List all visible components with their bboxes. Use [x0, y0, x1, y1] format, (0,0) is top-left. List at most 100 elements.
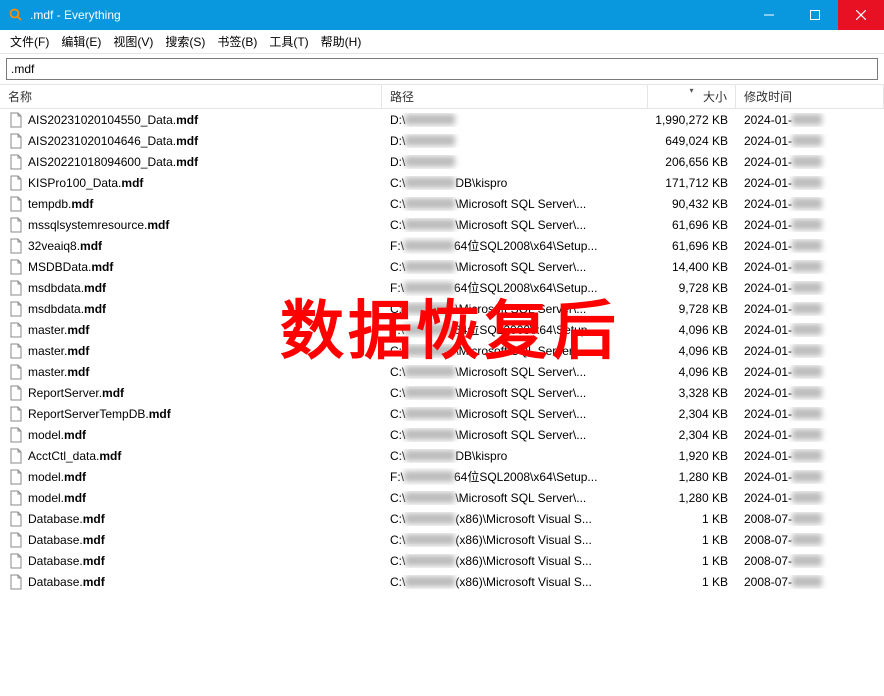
table-row[interactable]: 32veaiq8.mdfF:\64位SQL2008\x64\Setup...61…: [0, 235, 884, 256]
redacted: [792, 177, 822, 188]
redacted: [404, 324, 454, 335]
redacted: [404, 240, 454, 251]
table-row[interactable]: AIS20231020104550_Data.mdfD:\1,990,272 K…: [0, 109, 884, 130]
cell-date: 2008-07-: [736, 575, 884, 589]
header-size-label: 大小: [703, 88, 727, 105]
cell-size: 90,432 KB: [648, 197, 736, 211]
cell-path: C:\\Microsoft SQL Server\...: [382, 260, 648, 274]
window-title: .mdf - Everything: [30, 8, 746, 22]
table-row[interactable]: model.mdfF:\64位SQL2008\x64\Setup...1,280…: [0, 466, 884, 487]
cell-name: KISPro100_Data.mdf: [0, 175, 382, 191]
minimize-button[interactable]: [746, 0, 792, 30]
cell-name: Database.mdf: [0, 511, 382, 527]
cell-size: 2,304 KB: [648, 428, 736, 442]
search-input[interactable]: [6, 58, 878, 80]
redacted: [404, 471, 454, 482]
table-row[interactable]: model.mdfC:\\Microsoft SQL Server\...2,3…: [0, 424, 884, 445]
menu-search[interactable]: 搜索(S): [159, 31, 211, 52]
redacted: [792, 261, 822, 272]
menu-bookmark[interactable]: 书签(B): [211, 31, 263, 52]
redacted: [792, 429, 822, 440]
table-row[interactable]: MSDBData.mdfC:\\Microsoft SQL Server\...…: [0, 256, 884, 277]
cell-date: 2024-01-: [736, 365, 884, 379]
table-row[interactable]: Database.mdfC:\ (x86)\Microsoft Visual S…: [0, 529, 884, 550]
redacted: [405, 219, 455, 230]
redacted: [792, 345, 822, 356]
redacted: [405, 555, 455, 566]
table-row[interactable]: master.mdfF:\64位SQL2008\x64\Setup...4,09…: [0, 319, 884, 340]
redacted: [792, 156, 822, 167]
cell-size: 14,400 KB: [648, 260, 736, 274]
redacted: [405, 576, 455, 587]
table-row[interactable]: AcctCtl_data.mdfC:\DB\kispro1,920 KB2024…: [0, 445, 884, 466]
cell-size: 649,024 KB: [648, 134, 736, 148]
redacted: [405, 366, 455, 377]
app-icon: [8, 7, 24, 23]
cell-name: tempdb.mdf: [0, 196, 382, 212]
redacted: [792, 135, 822, 146]
table-row[interactable]: AIS20231020104646_Data.mdfD:\649,024 KB2…: [0, 130, 884, 151]
cell-name: mssqlsystemresource.mdf: [0, 217, 382, 233]
table-row[interactable]: mssqlsystemresource.mdfC:\\Microsoft SQL…: [0, 214, 884, 235]
cell-size: 171,712 KB: [648, 176, 736, 190]
header-name[interactable]: 名称: [0, 85, 382, 108]
table-row[interactable]: Database.mdfC:\ (x86)\Microsoft Visual S…: [0, 550, 884, 571]
searchbar: [0, 54, 884, 85]
table-row[interactable]: ReportServerTempDB.mdfC:\\Microsoft SQL …: [0, 403, 884, 424]
cell-name: Database.mdf: [0, 532, 382, 548]
cell-size: 1,280 KB: [648, 470, 736, 484]
cell-date: 2008-07-: [736, 512, 884, 526]
header-path[interactable]: 路径: [382, 85, 648, 108]
redacted: [405, 114, 455, 125]
redacted: [792, 471, 822, 482]
table-row[interactable]: msdbdata.mdfF:\64位SQL2008\x64\Setup...9,…: [0, 277, 884, 298]
cell-size: 1 KB: [648, 554, 736, 568]
cell-date: 2024-01-: [736, 239, 884, 253]
menu-help[interactable]: 帮助(H): [315, 31, 368, 52]
redacted: [792, 513, 822, 524]
menu-file[interactable]: 文件(F): [4, 31, 55, 52]
redacted: [792, 387, 822, 398]
cell-date: 2024-01-: [736, 281, 884, 295]
table-row[interactable]: master.mdfC:\\Microsoft SQL Server\...4,…: [0, 361, 884, 382]
redacted: [792, 240, 822, 251]
table-row[interactable]: Database.mdfC:\ (x86)\Microsoft Visual S…: [0, 571, 884, 592]
window-controls: [746, 0, 884, 30]
cell-name: msdbdata.mdf: [0, 280, 382, 296]
redacted: [792, 534, 822, 545]
table-row[interactable]: KISPro100_Data.mdfC:\DB\kispro171,712 KB…: [0, 172, 884, 193]
redacted: [405, 156, 455, 167]
cell-date: 2024-01-: [736, 407, 884, 421]
table-row[interactable]: ReportServer.mdfC:\\Microsoft SQL Server…: [0, 382, 884, 403]
menu-view[interactable]: 视图(V): [107, 31, 159, 52]
table-row[interactable]: Database.mdfC:\ (x86)\Microsoft Visual S…: [0, 508, 884, 529]
header-size[interactable]: ▾ 大小: [648, 85, 736, 108]
close-button[interactable]: [838, 0, 884, 30]
cell-path: C:\\Microsoft SQL Server\...: [382, 197, 648, 211]
cell-date: 2024-01-: [736, 344, 884, 358]
table-row[interactable]: tempdb.mdfC:\\Microsoft SQL Server\...90…: [0, 193, 884, 214]
redacted: [405, 198, 455, 209]
cell-path: C:\\Microsoft SQL Server\...: [382, 302, 648, 316]
maximize-button[interactable]: [792, 0, 838, 30]
redacted: [405, 429, 455, 440]
cell-name: master.mdf: [0, 322, 382, 338]
table-row[interactable]: msdbdata.mdfC:\\Microsoft SQL Server\...…: [0, 298, 884, 319]
cell-path: C:\ (x86)\Microsoft Visual S...: [382, 575, 648, 589]
table-row[interactable]: AIS20221018094600_Data.mdfD:\206,656 KB2…: [0, 151, 884, 172]
menu-edit[interactable]: 编辑(E): [55, 31, 107, 52]
menu-tools[interactable]: 工具(T): [263, 31, 314, 52]
cell-size: 1 KB: [648, 575, 736, 589]
cell-name: AcctCtl_data.mdf: [0, 448, 382, 464]
cell-name: master.mdf: [0, 364, 382, 380]
cell-name: model.mdf: [0, 469, 382, 485]
table-row[interactable]: master.mdfC:\\Microsoft SQL Server\...4,…: [0, 340, 884, 361]
table-row[interactable]: model.mdfC:\\Microsoft SQL Server\...1,2…: [0, 487, 884, 508]
redacted: [792, 450, 822, 461]
cell-date: 2024-01-: [736, 155, 884, 169]
redacted: [792, 492, 822, 503]
header-date[interactable]: 修改时间: [736, 85, 884, 108]
cell-date: 2024-01-: [736, 134, 884, 148]
file-list[interactable]: AIS20231020104550_Data.mdfD:\1,990,272 K…: [0, 109, 884, 696]
cell-date: 2024-01-: [736, 113, 884, 127]
